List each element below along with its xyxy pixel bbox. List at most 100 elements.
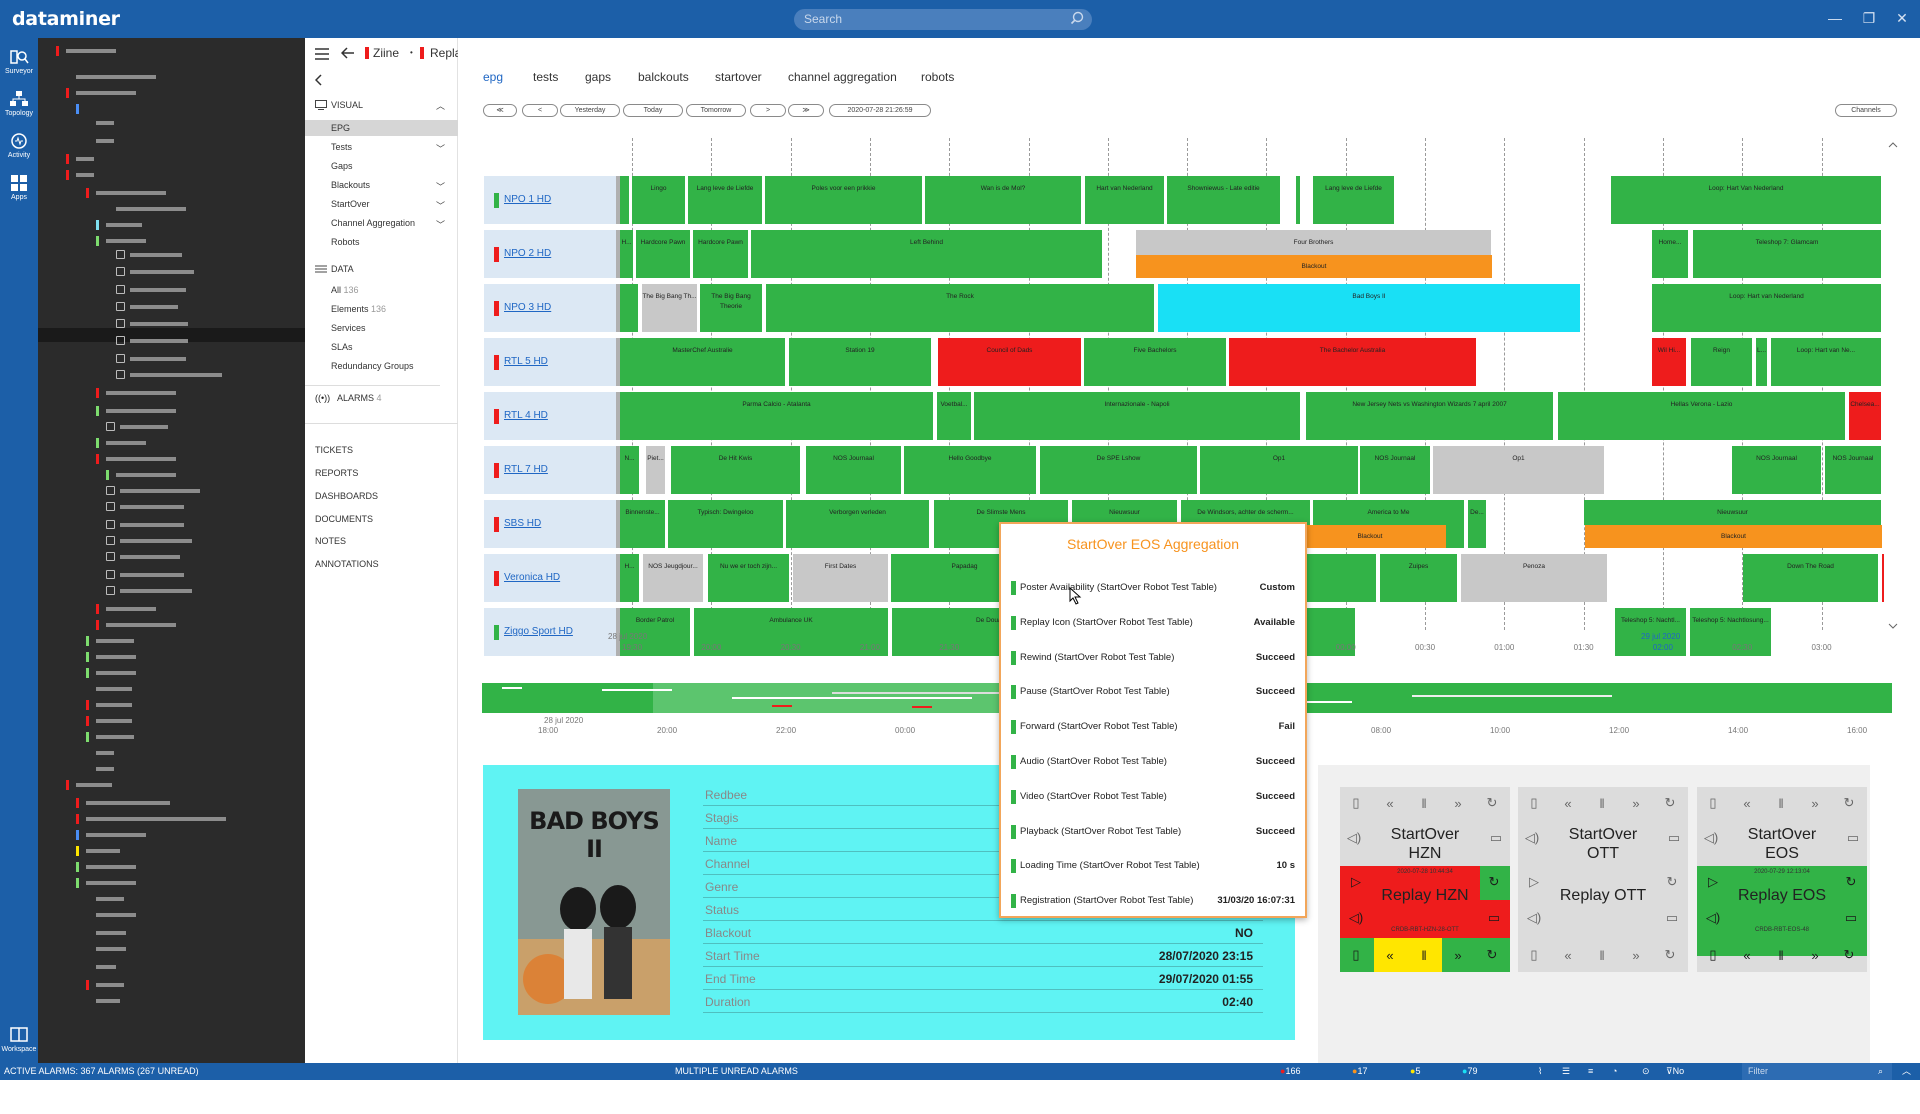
epg-program[interactable]: Parma Calcio - Atalanta <box>620 392 934 440</box>
reload-icon[interactable]: ↻ <box>1835 789 1863 817</box>
epg-program[interactable]: First Dates <box>793 554 889 602</box>
channel-name[interactable]: RTL 4 HD <box>504 410 548 421</box>
reload-icon[interactable]: ↻ <box>1656 789 1684 817</box>
reload-icon[interactable]: ↻ <box>1656 941 1684 969</box>
tab-epg[interactable]: epg <box>483 70 503 84</box>
channel-label[interactable]: Veronica HD <box>484 554 617 602</box>
list-view-icon[interactable]: ☰ <box>1562 1063 1570 1080</box>
restore-button[interactable]: ❐ <box>1860 9 1878 27</box>
search-icon[interactable] <box>1070 11 1084 25</box>
nav-dashboards[interactable]: DASHBOARDS <box>315 491 378 501</box>
nav-documents[interactable]: DOCUMENTS <box>315 514 373 524</box>
channel-name[interactable]: NPO 2 HD <box>504 248 551 259</box>
epg-program[interactable]: H... <box>620 554 640 602</box>
forward-icon[interactable]: » <box>1444 789 1472 817</box>
critical-count[interactable]: ● 166 CRITICAL <box>1280 1063 1326 1093</box>
audio-icon[interactable]: ◁) <box>1697 824 1725 852</box>
back-arrow-icon[interactable] <box>341 47 355 59</box>
screen-icon[interactable]: ▭ <box>1837 904 1865 932</box>
channel-label[interactable]: RTL 7 HD <box>484 446 617 494</box>
tree-item[interactable] <box>76 846 296 856</box>
tomorrow-button[interactable]: Tomorrow <box>686 104 746 117</box>
rewind-icon[interactable]: « <box>1733 789 1761 817</box>
tree-item[interactable] <box>106 422 305 432</box>
tree-item[interactable] <box>66 154 286 164</box>
audio-icon[interactable]: ◁) <box>1699 904 1727 932</box>
tree-item[interactable] <box>116 370 305 380</box>
blackout-bar[interactable]: Blackout <box>1294 525 1446 548</box>
nav-item-elements[interactable]: Elements 136 <box>331 301 386 317</box>
channel-label[interactable]: RTL 4 HD <box>484 392 617 440</box>
epg-program[interactable]: Loop: Hart Van Nederland <box>1611 176 1882 224</box>
epg-program[interactable]: Left Behind <box>751 230 1103 278</box>
datetime-picker[interactable]: 2020-07-28 21:26:59 <box>829 104 931 117</box>
epg-program[interactable]: Lingo <box>632 176 686 224</box>
tree-item[interactable] <box>86 136 305 146</box>
tree-item[interactable] <box>106 586 305 596</box>
epg-program[interactable]: NOS Journaal <box>1360 446 1431 494</box>
epg-program[interactable]: Hello Goodbye <box>904 446 1037 494</box>
chart-icon[interactable]: ⌇ <box>1538 1063 1542 1080</box>
pause-icon[interactable]: ‖ <box>1767 941 1795 969</box>
epg-program[interactable]: De SPE Lshow <box>1040 446 1198 494</box>
nav-item-services[interactable]: Services <box>331 320 366 336</box>
tree-item[interactable] <box>86 748 305 758</box>
tree-item[interactable] <box>86 118 305 128</box>
epg-program[interactable] <box>1882 554 1885 602</box>
epg-program[interactable]: H... <box>620 230 634 278</box>
tree-item[interactable] <box>106 520 305 530</box>
tree-checkbox[interactable] <box>116 354 125 363</box>
pause-icon[interactable]: ‖ <box>1588 789 1616 817</box>
epg-program[interactable]: Typisch: Dwingeloo <box>668 500 784 548</box>
tree-checkbox[interactable] <box>116 250 125 259</box>
tree-checkbox[interactable] <box>116 285 125 294</box>
epg-program[interactable]: Wil Hi... <box>1652 338 1687 386</box>
tree-item[interactable] <box>96 236 305 246</box>
screen-icon[interactable]: ▭ <box>1660 824 1688 852</box>
tree-item[interactable] <box>86 716 305 726</box>
epg-program[interactable]: Piet... <box>646 446 666 494</box>
epg-program[interactable]: L... <box>1756 338 1768 386</box>
tree-item[interactable] <box>116 354 305 364</box>
epg-program[interactable]: Hart van Nederland <box>1085 176 1165 224</box>
tree-item[interactable] <box>86 636 305 646</box>
epg-program[interactable]: Nu we er toch zijn... <box>708 554 790 602</box>
epg-program[interactable]: Op1 <box>1200 446 1359 494</box>
play-icon[interactable]: ▷ <box>1699 868 1727 896</box>
tree-item[interactable] <box>116 267 305 277</box>
tree-item[interactable] <box>116 250 305 260</box>
nav-item-all[interactable]: All 136 <box>331 282 359 298</box>
audio-icon[interactable]: ◁) <box>1518 824 1546 852</box>
tree-item[interactable] <box>86 652 305 662</box>
channel-name[interactable]: SBS HD <box>504 518 541 529</box>
channel-label[interactable]: Ziggo Sport HD <box>484 608 617 656</box>
rca-filter[interactable]: ⊽ No RCA filter <box>1666 1063 1691 1110</box>
tree-checkbox[interactable] <box>116 336 125 345</box>
epg-program[interactable]: Hardcore Pawn <box>693 230 749 278</box>
epg-program[interactable]: Home... <box>1652 230 1689 278</box>
tree-item[interactable] <box>56 46 276 56</box>
tab-startover[interactable]: startover <box>715 70 762 84</box>
expand-icon[interactable]: ︿ <box>1902 1063 1911 1080</box>
tree-item[interactable] <box>86 928 305 938</box>
chevron-down-icon[interactable]: ﹀ <box>436 218 445 231</box>
play-icon[interactable]: ▷ <box>1342 868 1370 896</box>
tree-checkbox[interactable] <box>106 570 115 579</box>
reload-icon[interactable]: ↻ <box>1480 868 1508 896</box>
tree-item[interactable] <box>66 72 286 82</box>
first-button[interactable]: ≪ <box>483 104 517 117</box>
channel-name[interactable]: NPO 1 HD <box>504 194 551 205</box>
breadcrumb-ziine[interactable]: Ziine <box>373 46 399 60</box>
epg-program[interactable] <box>620 284 639 332</box>
tree-item[interactable] <box>86 996 305 1006</box>
data-header[interactable]: DATA <box>331 264 354 274</box>
channel-name[interactable]: RTL 7 HD <box>504 464 548 475</box>
rewind-icon[interactable]: « <box>1376 941 1404 969</box>
tree-item[interactable] <box>86 910 305 920</box>
filter-input[interactable]: Filter <box>1742 1063 1892 1080</box>
screen-icon[interactable]: ▭ <box>1480 904 1508 932</box>
tree-item[interactable] <box>66 88 286 98</box>
scroll-up-icon[interactable] <box>1888 141 1898 149</box>
reload-icon[interactable]: ↻ <box>1478 789 1506 817</box>
tree-item[interactable] <box>106 536 305 546</box>
